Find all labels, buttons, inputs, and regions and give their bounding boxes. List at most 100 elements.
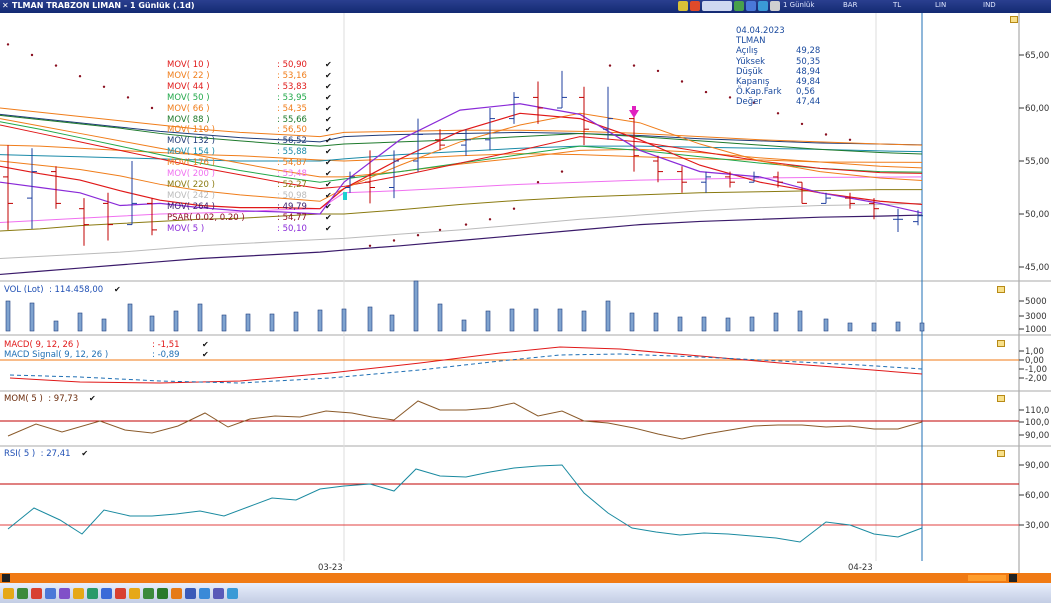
legend-item: MOV( 44 ): 53,83 ✔ [167,82,332,93]
volume-bar [509,308,515,332]
info-value: 48,94 [796,66,821,77]
macd-tick-label: -2,00 [1025,374,1047,384]
toolbar-icon[interactable] [3,587,14,599]
pencil-icon[interactable]: ✔ [202,350,209,359]
pencil-icon[interactable]: ✔ [325,115,332,124]
mom-label: MOM( 5 ) [4,394,43,404]
forex-icon[interactable] [702,1,732,11]
pencil-icon[interactable]: ✔ [325,60,332,69]
legend-value: : 52,27 [277,179,307,190]
pencil-icon[interactable]: ✔ [81,449,88,458]
panel-options-icon[interactable] [997,286,1005,293]
moving-average-line [0,124,923,190]
pencil-icon[interactable]: ✔ [114,285,121,294]
close-icon[interactable]: ✕ [2,1,9,10]
vol-tick-label: 5000 [1025,297,1047,307]
pencil-icon[interactable]: ✔ [89,394,96,403]
legend-name: MOV( 154 ) [167,147,215,158]
legend-item: MOV( 264 ): 49,79 ✔ [167,202,332,213]
toolbar-icon[interactable] [45,587,56,599]
pencil-icon[interactable]: ✔ [325,191,332,200]
toolbar-icon[interactable] [199,587,210,599]
mom-tick-label: 100,0 [1025,418,1049,428]
toolbar-icon[interactable] [115,587,126,599]
chart-canvas[interactable]: 03-23 04-23 65,00 60,00 55,00 50,00 45,00 5000 3… [0,13,1051,573]
toolbar-icon[interactable] [87,587,98,599]
volume-bar [413,280,419,332]
legend-name: MOV( 132 ) [167,136,215,147]
pencil-icon[interactable]: ✔ [325,180,332,189]
toolbar-icon[interactable] [157,587,168,599]
psar-dot [800,122,804,126]
volume-bar [149,315,155,332]
psar-dot [680,80,684,83]
chart-type-select[interactable]: BAR [843,1,857,9]
mom-tick-label: 90,00 [1025,431,1049,441]
pencil-icon[interactable]: ✔ [325,213,332,222]
cursor-icon[interactable] [770,1,780,11]
pencil-icon[interactable]: ✔ [325,169,332,178]
panel-options-icon[interactable] [997,395,1005,402]
scroll-right-icon[interactable] [1009,574,1017,582]
pencil-icon[interactable]: ✔ [325,158,332,167]
pencil-icon[interactable]: ✔ [325,136,332,145]
legend-name: MOV( 50 ) [167,92,210,103]
legend-value: : 53,16 [277,70,307,81]
legend-name: MOV( 88 ) [167,114,210,125]
volume-bar [29,302,35,332]
date-label: 03-23 [318,563,343,573]
horizontal-scrollbar[interactable] [0,573,1051,583]
psar-dot [704,90,708,94]
volume-bar [317,309,323,332]
macd-signal-value: : -0,89 [152,350,180,360]
settings-icon[interactable] [678,1,688,11]
draw-icon[interactable] [746,1,756,11]
price-tick-label: 60,00 [1025,104,1049,114]
pencil-icon[interactable]: ✔ [325,93,332,102]
pencil-icon[interactable]: ✔ [325,147,332,156]
legend-value: : 56,50 [277,125,307,136]
axis-strip [1019,13,1051,573]
rsi-line [7,464,923,543]
toolbar-icon[interactable] [73,587,84,599]
panel-options-icon[interactable] [997,340,1005,347]
toolbar-icon[interactable] [185,587,196,599]
scroll-thumb[interactable] [968,575,1006,581]
pencil-icon[interactable]: ✔ [325,82,332,91]
indicator-select[interactable]: IND [983,1,996,9]
info-row: Açılış 49,28 [736,46,820,56]
toolbar-icon[interactable] [171,587,182,599]
toolbar-icon[interactable] [59,587,70,599]
psar-dot [632,64,636,67]
toolbar-icon[interactable] [101,587,112,599]
volume-bar [245,313,251,332]
psar-dot [776,112,780,115]
toolbar-icon[interactable] [213,587,224,599]
pencil-icon[interactable]: ✔ [202,340,209,349]
pencil-icon[interactable]: ✔ [325,71,332,80]
chart-icon[interactable] [734,1,744,11]
toolbar-icon[interactable] [143,587,154,599]
panel-options-icon[interactable] [1010,16,1018,23]
pencil-icon[interactable]: ✔ [325,202,332,211]
toolbar-icon[interactable] [227,587,238,599]
scroll-left-icon[interactable] [2,574,10,582]
currency-select[interactable]: TL [893,1,901,9]
zoom-icon[interactable] [758,1,768,11]
period-select[interactable]: 1 Günlük [783,1,814,9]
alarm-icon[interactable] [690,1,700,11]
scale-select[interactable]: LIN [935,1,946,9]
psar-dot [464,223,468,226]
marker [343,192,347,200]
legend-value: : 55,66 [277,114,307,125]
toolbar-icon[interactable] [17,587,28,599]
chart-area[interactable]: 03-23 04-23 65,00 60,00 55,00 50,00 45,00 5000 3… [0,13,1051,573]
panel-options-icon[interactable] [997,450,1005,457]
rsi-tick-label: 30,00 [1025,521,1049,531]
toolbar-icon[interactable] [31,587,42,599]
toolbar-icon[interactable] [129,587,140,599]
pencil-icon[interactable]: ✔ [325,104,332,113]
pencil-icon[interactable]: ✔ [325,224,332,233]
pencil-icon[interactable]: ✔ [325,125,332,134]
legend-name: PSAR( 0.02, 0.20 ) [167,212,245,223]
